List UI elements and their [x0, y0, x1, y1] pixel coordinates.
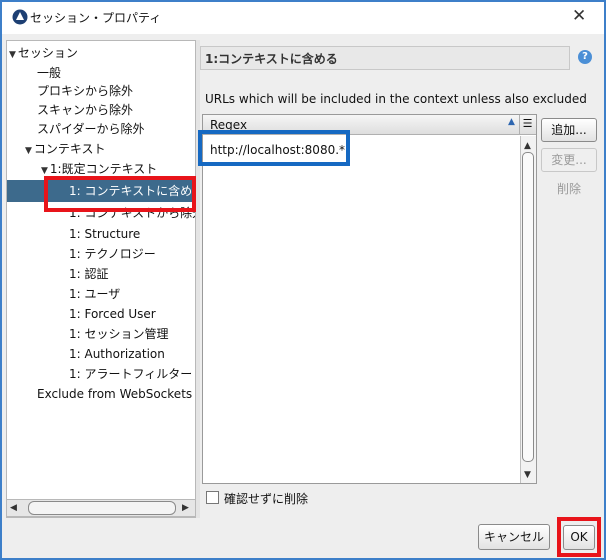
confirm-delete-checkbox[interactable] — [206, 491, 219, 504]
title-bar[interactable]: セッション・プロパティ ✕ — [2, 2, 604, 34]
tree-scroll-thumb[interactable] — [28, 501, 176, 515]
tree-item-alert-filter[interactable]: 1: アラートフィルター — [69, 365, 192, 383]
close-icon[interactable]: ✕ — [572, 6, 586, 26]
tree-item-label: 1:既定コンテキスト — [49, 162, 158, 176]
panel-splitter[interactable] — [196, 40, 200, 518]
highlight-tree-selection — [44, 176, 196, 212]
tree-item-exclude-proxy[interactable]: プロキシから除外 — [37, 82, 133, 100]
column-selector-icon[interactable]: ☰ — [519, 115, 535, 134]
tree-item-technology[interactable]: 1: テクノロジー — [69, 245, 156, 263]
sort-ascending-icon[interactable]: ▲ — [508, 117, 515, 127]
tree-item-exclude-spider[interactable]: スパイダーから除外 — [37, 120, 145, 138]
tree-item-structure[interactable]: 1: Structure — [69, 225, 140, 243]
window-title: セッション・プロパティ — [30, 11, 162, 25]
help-icon[interactable]: ? — [578, 50, 592, 64]
scroll-right-icon[interactable]: ▶ — [182, 503, 189, 513]
scroll-down-icon[interactable]: ▼ — [524, 470, 531, 480]
tree-item-forced-user[interactable]: 1: Forced User — [69, 305, 156, 323]
regex-table[interactable] — [202, 114, 537, 484]
highlight-regex-row — [198, 130, 350, 166]
highlight-ok-button — [557, 517, 601, 557]
confirm-delete-label: 確認せずに削除 — [224, 492, 309, 506]
tree-item-authorization[interactable]: 1: Authorization — [69, 345, 165, 363]
tree-item-authentication[interactable]: 1: 認証 — [69, 265, 109, 283]
tree-item-exclude-scan[interactable]: スキャンから除外 — [37, 101, 133, 119]
panel-title: 1:コンテキストに含める — [200, 46, 570, 70]
edit-button[interactable]: 変更... — [541, 148, 597, 172]
scroll-left-icon[interactable]: ◀ — [10, 503, 17, 513]
expand-icon[interactable]: ▼ — [41, 166, 48, 176]
session-tree[interactable]: ▼ セッション 一般 プロキシから除外 スキャンから除外 スパイダーから除外 ▼ コ… — [6, 40, 196, 518]
remove-button[interactable]: 削除 — [541, 178, 597, 202]
tree-item-contexts[interactable]: ▼ コンテキスト — [25, 140, 106, 160]
cancel-button[interactable]: キャンセル — [478, 524, 550, 550]
expand-icon[interactable]: ▼ — [9, 50, 16, 60]
tree-item-label: コンテキスト — [33, 142, 106, 156]
tree-item-exclude-websockets[interactable]: Exclude from WebSockets — [37, 385, 192, 403]
panel-description: URLs which will be included in the conte… — [205, 92, 587, 106]
tree-item-label: セッション — [17, 46, 78, 60]
tree-item-session-management[interactable]: 1: セッション管理 — [69, 325, 169, 343]
tree-item-general[interactable]: 一般 — [37, 64, 61, 82]
tree-item-session[interactable]: ▼ セッション — [9, 44, 78, 64]
app-logo-icon — [12, 9, 28, 25]
table-scroll-thumb[interactable] — [522, 152, 534, 462]
add-button[interactable]: 追加... — [541, 118, 597, 142]
scroll-up-icon[interactable]: ▲ — [524, 141, 531, 151]
expand-icon[interactable]: ▼ — [25, 146, 32, 156]
tree-item-users[interactable]: 1: ユーザ — [69, 285, 120, 303]
